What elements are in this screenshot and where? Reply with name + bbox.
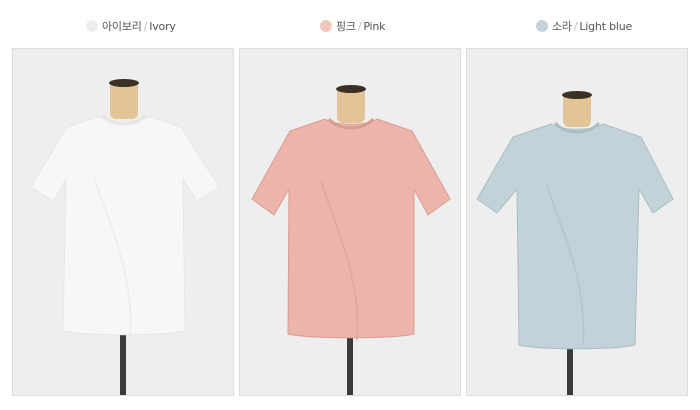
photo-svg bbox=[467, 49, 687, 395]
color-name-separator: / bbox=[143, 19, 148, 33]
product-photo-ivory bbox=[12, 48, 234, 396]
mannequin-stand-pole bbox=[347, 337, 353, 395]
color-swatch-ivory bbox=[86, 20, 98, 32]
mannequin-neck-cap bbox=[109, 79, 139, 87]
mannequin-stand-pole bbox=[567, 347, 573, 395]
color-name-korean: 아이보리 bbox=[102, 20, 142, 33]
color-options: 아이보리 / Ivory 핑크 / Pink 소라 / Light blue bbox=[0, 0, 700, 48]
photo-svg bbox=[240, 49, 460, 395]
color-name-english: Ivory bbox=[149, 19, 176, 33]
color-option-light-blue[interactable]: 소라 / Light blue bbox=[536, 18, 632, 34]
mannequin-neck-cap bbox=[336, 85, 366, 93]
mannequin-stand-pole bbox=[120, 329, 126, 395]
color-name-english: Light blue bbox=[579, 19, 633, 33]
photo-svg bbox=[13, 49, 233, 395]
color-swatch-pink bbox=[320, 20, 332, 32]
color-option-ivory[interactable]: 아이보리 / Ivory bbox=[86, 18, 176, 34]
color-name-separator: / bbox=[357, 19, 362, 33]
color-swatch-light-blue bbox=[536, 20, 548, 32]
mannequin-neck-cap bbox=[562, 91, 592, 99]
product-photo-light-blue bbox=[466, 48, 688, 396]
color-option-pink[interactable]: 핑크 / Pink bbox=[320, 18, 386, 34]
product-photo-pink bbox=[239, 48, 461, 396]
color-name-separator: / bbox=[573, 19, 578, 33]
color-name-korean: 핑크 bbox=[336, 20, 356, 33]
color-name-english: Pink bbox=[363, 19, 386, 33]
color-name-korean: 소라 bbox=[552, 20, 572, 33]
